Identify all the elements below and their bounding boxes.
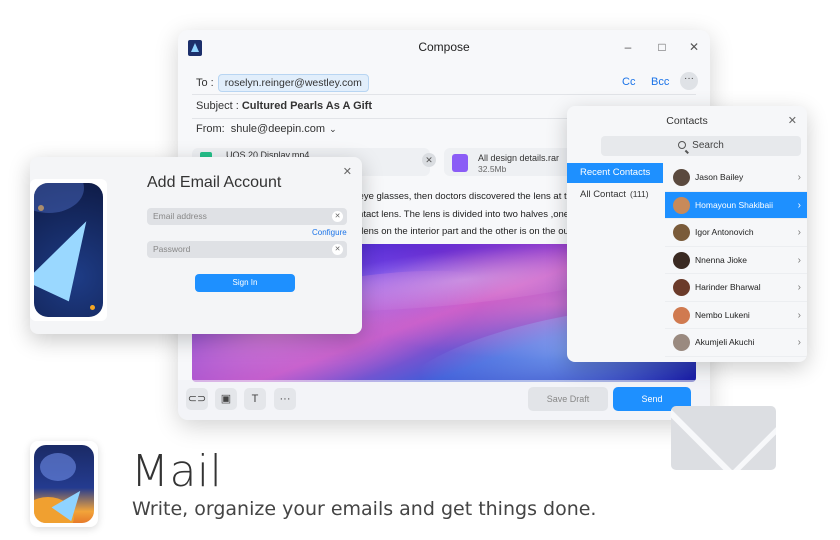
- sign-in-button[interactable]: Sign In: [195, 274, 295, 292]
- subject-value: Cultured Pearls As A Gift: [241, 100, 373, 112]
- maximize-icon[interactable]: □: [655, 40, 669, 54]
- search-placeholder: Search: [692, 140, 724, 151]
- image-icon[interactable]: ▣: [215, 388, 237, 410]
- close-icon[interactable]: ✕: [343, 165, 352, 178]
- to-row: To : roselyn.reinger@westley.com: [196, 74, 369, 92]
- bcc-button[interactable]: Bcc: [651, 76, 669, 88]
- clear-icon[interactable]: ✕: [332, 244, 343, 255]
- from-value: shule@deepin.com: [230, 123, 326, 135]
- subject-label: Subject :: [196, 100, 239, 112]
- contact-list: Jason Bailey › Homayoun Shakibaii › Igor Ant…: [665, 164, 807, 357]
- dialog-title: Add Email Account: [147, 174, 282, 191]
- clear-icon[interactable]: ✕: [332, 211, 343, 222]
- category-label: All Contact: [580, 189, 626, 200]
- password-field[interactable]: Password ✕: [147, 241, 347, 258]
- avatar: [673, 334, 690, 351]
- paper-plane-icon: [34, 208, 103, 302]
- contact-row[interactable]: Nembo Lukeni ›: [665, 302, 807, 329]
- chevron-right-icon: ›: [797, 227, 801, 238]
- attachment-name: All design details.rar: [478, 153, 560, 163]
- avatar: [673, 306, 690, 324]
- contacts-search-input[interactable]: Search: [601, 136, 801, 156]
- avatar: [673, 169, 690, 186]
- contact-row[interactable]: Harinder Bharwal ›: [665, 274, 807, 302]
- divider: [192, 94, 696, 95]
- envelope-icon: [671, 406, 776, 470]
- mail-stamp-illustration: [30, 179, 107, 321]
- contact-row[interactable]: Akumjeli Akuchi ›: [665, 329, 807, 357]
- minimize-icon[interactable]: –: [621, 40, 635, 54]
- more-options-button[interactable]: ···: [680, 72, 698, 90]
- configure-link[interactable]: Configure: [312, 228, 347, 237]
- chevron-right-icon: ›: [797, 309, 801, 321]
- attachment-size: 32.5Mb: [478, 164, 507, 174]
- from-label: From:: [196, 123, 225, 135]
- contacts-title: Contacts: [666, 115, 708, 127]
- email-placeholder: Email address: [153, 211, 207, 221]
- app-name: Mail: [131, 446, 223, 497]
- avatar: [673, 251, 690, 269]
- title-bar: Compose – □ ✕: [178, 30, 710, 64]
- text-format-icon[interactable]: T: [244, 388, 266, 410]
- remove-attachment-icon[interactable]: ✕: [422, 153, 436, 167]
- app-tagline: Write, organize your emails and get thin…: [132, 498, 597, 520]
- contact-name: Homayoun Shakibaii: [695, 199, 773, 210]
- contacts-panel: Contacts ✕ Search Recent Contacts All Co…: [567, 106, 807, 362]
- mail-app-icon: [30, 441, 98, 527]
- contact-row[interactable]: Igor Antonovich ›: [665, 219, 807, 247]
- contact-name: Akumjeli Akuchi: [695, 337, 755, 347]
- chevron-right-icon: ›: [797, 172, 801, 183]
- chevron-right-icon: ›: [797, 199, 801, 211]
- to-label: To :: [196, 77, 214, 89]
- category-recent-contacts[interactable]: Recent Contacts: [567, 163, 663, 183]
- cc-button[interactable]: Cc: [622, 76, 635, 88]
- contact-name: Nnenna Jioke: [695, 254, 747, 265]
- chevron-right-icon: ›: [797, 337, 801, 348]
- email-field[interactable]: Email address ✕: [147, 208, 347, 225]
- contact-name: Nembo Lukeni: [695, 309, 750, 320]
- avatar: [673, 224, 690, 241]
- contact-row[interactable]: Jason Bailey ›: [665, 164, 807, 192]
- from-row[interactable]: From: shule@deepin.com ⌄: [196, 123, 337, 135]
- add-account-dialog: Add Email Account ✕ Email address ✕ Conf…: [30, 157, 362, 334]
- category-all-contact[interactable]: All Contact (111): [567, 184, 663, 204]
- category-label: Recent Contacts: [580, 167, 651, 178]
- chevron-right-icon: ›: [797, 282, 801, 293]
- archive-file-icon: [452, 154, 468, 172]
- close-icon[interactable]: ✕: [687, 40, 701, 54]
- avatar: [673, 196, 690, 214]
- recipient-chip[interactable]: roselyn.reinger@westley.com: [217, 74, 369, 92]
- contact-name: Igor Antonovich: [695, 227, 754, 237]
- subject-row[interactable]: Subject : Cultured Pearls As A Gift: [196, 100, 372, 112]
- save-draft-button[interactable]: Save Draft: [528, 387, 608, 411]
- search-icon: [678, 141, 687, 149]
- close-icon[interactable]: ✕: [788, 114, 797, 127]
- contact-row[interactable]: Nnenna Jioke ›: [665, 247, 807, 274]
- avatar: [673, 279, 690, 296]
- attach-icon[interactable]: ⊂⊃: [186, 388, 208, 410]
- compose-toolbar: ⊂⊃ ▣ T ··· Save Draft Send: [178, 380, 710, 420]
- password-placeholder: Password: [153, 244, 191, 254]
- chevron-down-icon[interactable]: ⌄: [329, 124, 337, 135]
- attachment-item[interactable]: All design details.rar 32.5Mb: [444, 148, 574, 176]
- chevron-right-icon: ›: [797, 254, 801, 266]
- contact-row[interactable]: Homayoun Shakibaii ›: [665, 191, 807, 219]
- contact-name: Harinder Bharwal: [695, 282, 761, 292]
- contact-name: Jason Bailey: [695, 172, 744, 182]
- more-tools-icon[interactable]: ···: [274, 388, 296, 410]
- category-count: (111): [629, 189, 649, 199]
